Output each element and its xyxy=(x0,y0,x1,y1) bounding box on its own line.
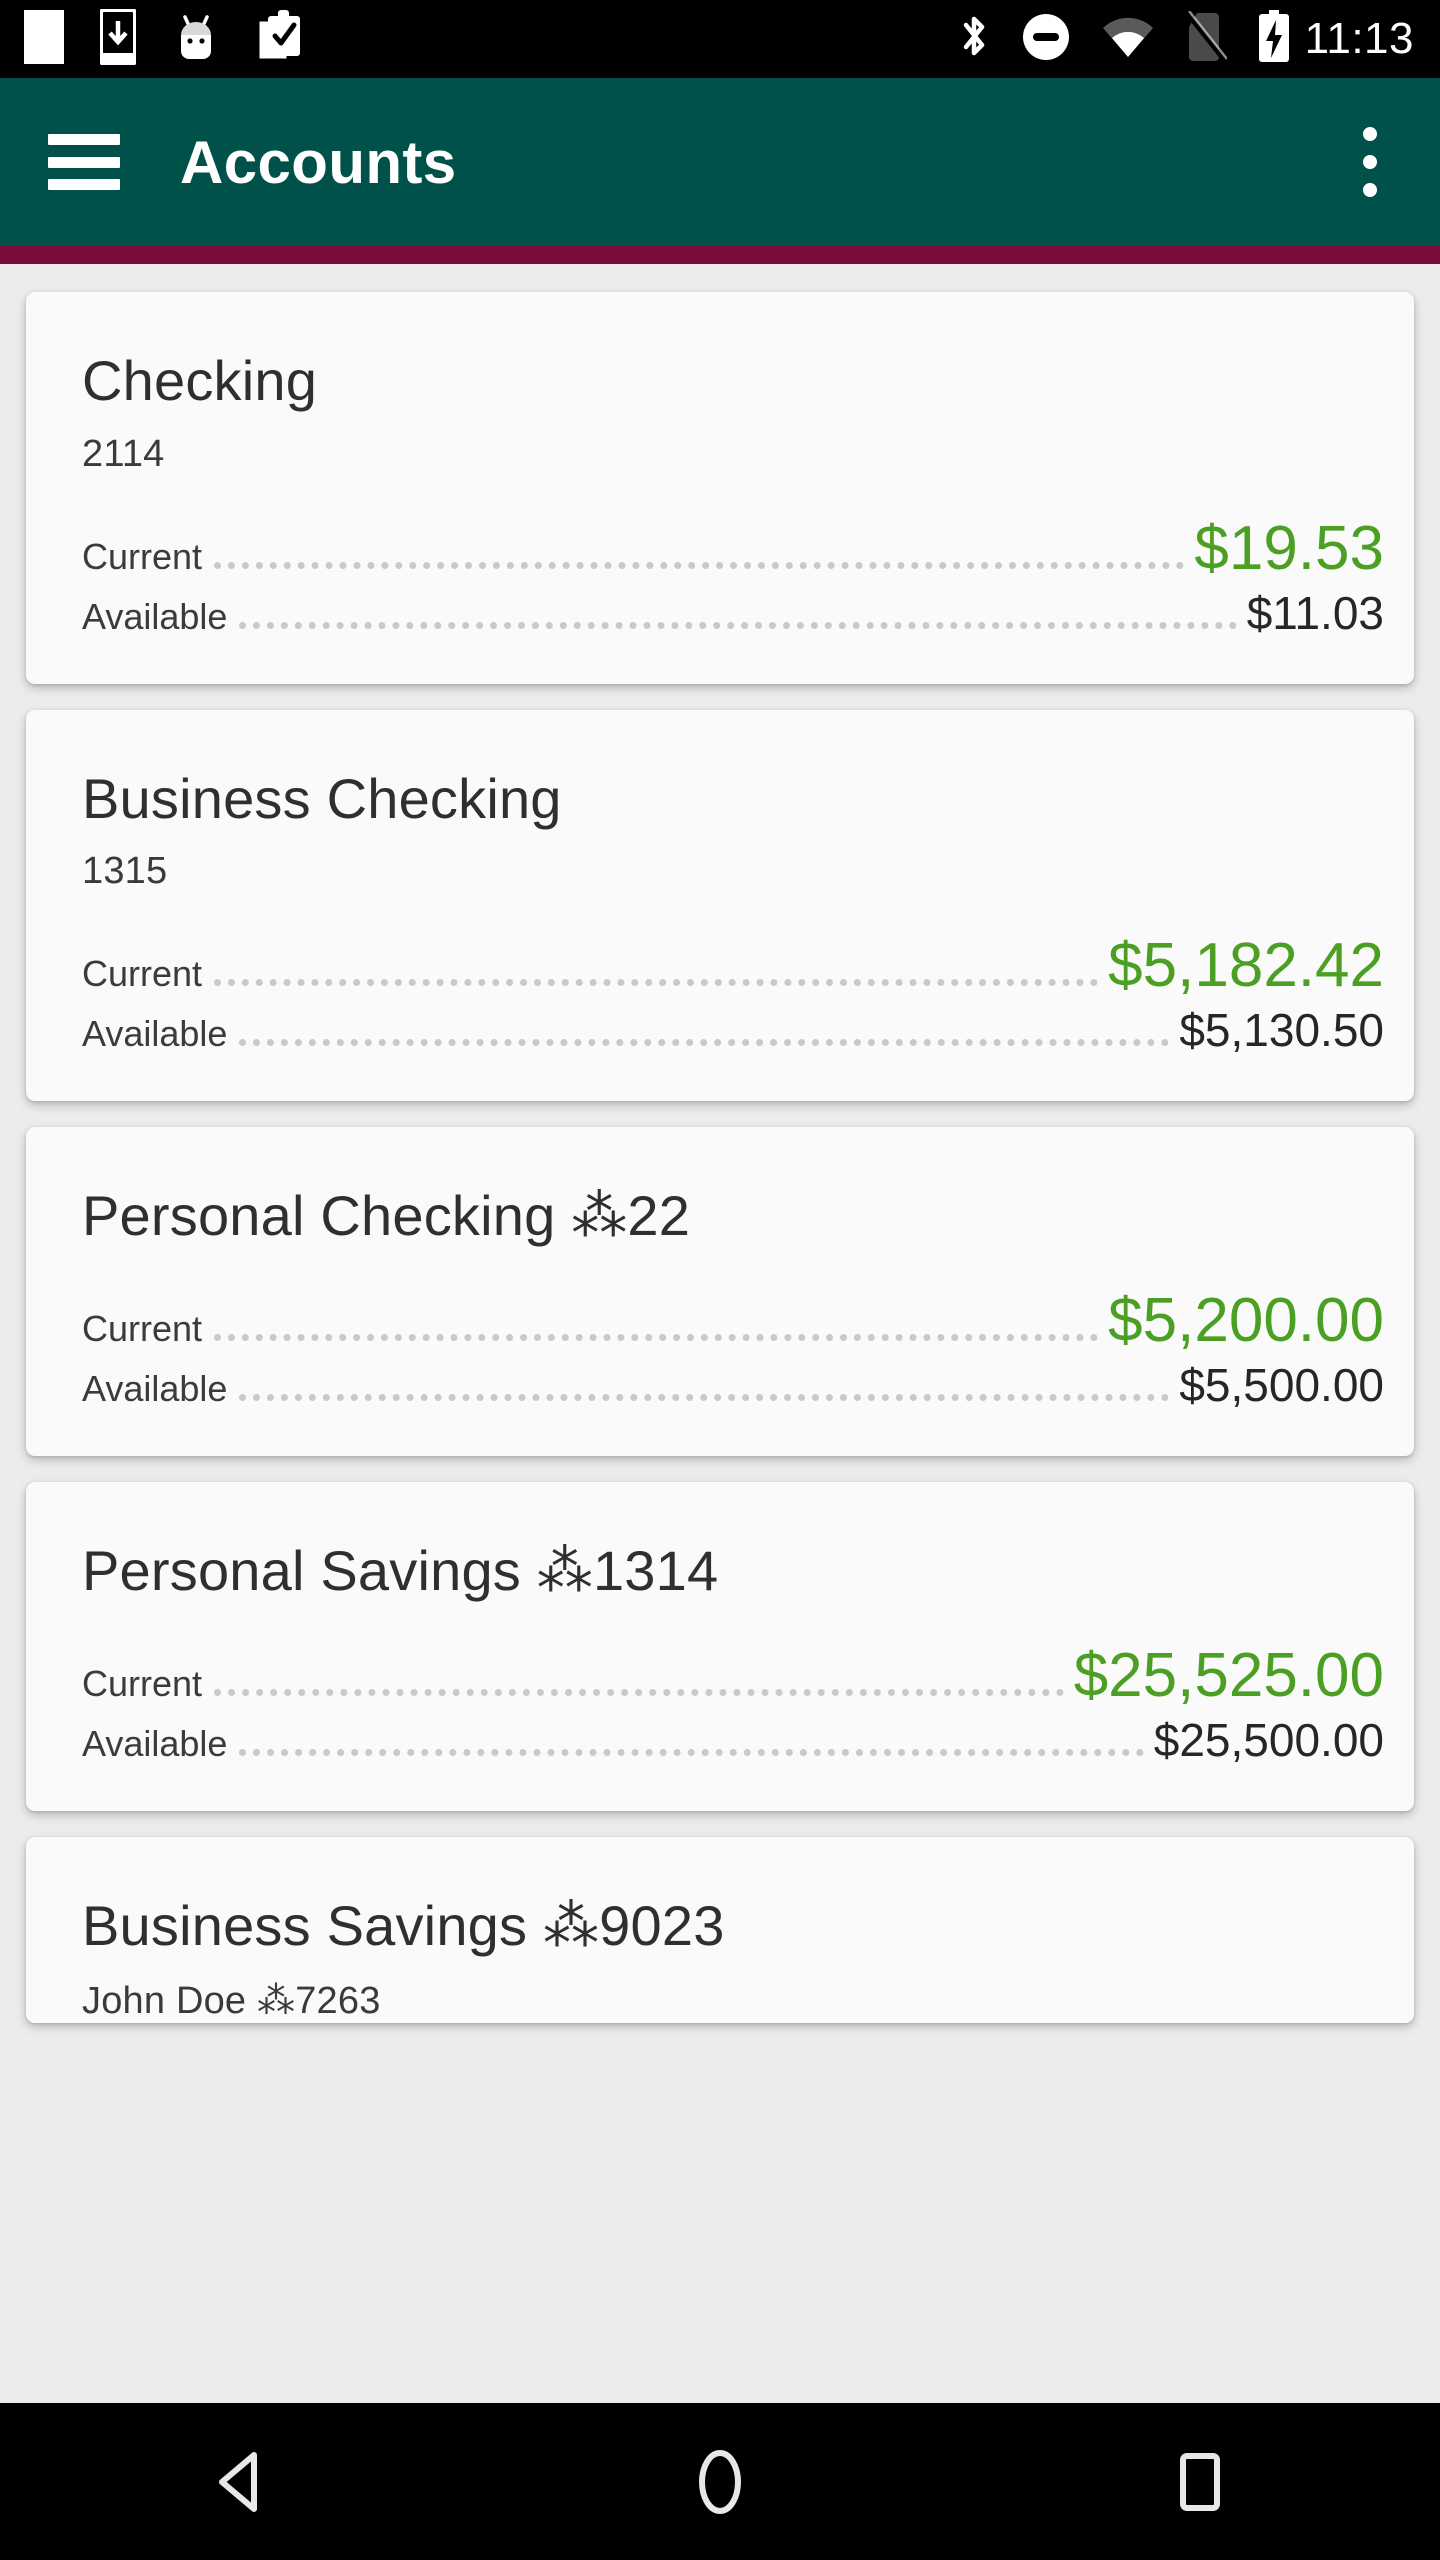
account-name: Business Savings ⁂9023 xyxy=(82,1893,725,1957)
do-not-disturb-icon xyxy=(1021,12,1071,67)
current-balance-row: Current $5,200.00 xyxy=(82,1290,1384,1352)
account-holder: John Doe ⁂7263 xyxy=(82,1979,381,2022)
hamburger-menu-icon[interactable] xyxy=(48,134,120,190)
current-balance-row: Current $25,525.00 xyxy=(82,1640,1384,1710)
account-name: Personal Savings ⁂1314 xyxy=(82,1539,719,1603)
balance-rows: Current $5,182.42 Available $5,130.50 xyxy=(82,935,1384,1055)
recents-square-icon xyxy=(1180,2452,1220,2511)
account-card[interactable]: Personal Savings ⁂1314 Current $25,525.0… xyxy=(26,1482,1414,1811)
current-label: Current xyxy=(82,953,203,995)
current-label: Current xyxy=(82,535,203,577)
account-name: Checking xyxy=(82,349,318,412)
clipboard-check-icon xyxy=(256,9,304,69)
back-button[interactable] xyxy=(130,2403,350,2560)
balance-rows: Current $5,200.00 Available $5,500.00 xyxy=(82,1290,1384,1410)
leader-dots xyxy=(214,1334,1099,1342)
leader-dots xyxy=(239,1394,1170,1402)
current-label: Current xyxy=(82,1308,203,1350)
available-balance-row: Available $5,130.50 xyxy=(82,1007,1384,1055)
status-bar-clock: 11:13 xyxy=(1304,14,1414,63)
system-navigation-bar xyxy=(0,2403,1440,2560)
available-balance-row: Available $11.03 xyxy=(82,590,1384,638)
no-sim-icon xyxy=(1184,9,1228,68)
leader-dots xyxy=(239,1748,1144,1756)
status-bar: 11:13 xyxy=(0,0,1440,78)
more-vertical-icon[interactable] xyxy=(1338,114,1402,210)
bluetooth-icon xyxy=(957,11,991,68)
available-label: Available xyxy=(82,595,228,637)
available-balance-value: $5,130.50 xyxy=(1179,1004,1384,1057)
status-bar-left-icons xyxy=(24,7,304,70)
available-balance-row: Available $5,500.00 xyxy=(82,1362,1384,1410)
account-number: 2114 xyxy=(82,432,165,475)
current-balance-value: $5,182.42 xyxy=(1108,931,1384,1001)
current-balance-row: Current $19.53 xyxy=(82,513,1384,583)
home-circle-icon xyxy=(699,2449,741,2514)
current-balance-value: $19.53 xyxy=(1194,513,1384,583)
current-balance-value: $25,525.00 xyxy=(1073,1640,1384,1710)
available-balance-value: $5,500.00 xyxy=(1179,1359,1384,1412)
account-card[interactable]: Personal Checking ⁂22 Current $5,200.00 … xyxy=(26,1127,1414,1457)
phone-screen: 11:13 Accounts Checking 2114 Current $19… xyxy=(0,0,1440,2560)
account-card[interactable]: Business Savings ⁂9023 John Doe ⁂7263 xyxy=(26,1836,1414,2023)
account-card[interactable]: Business Checking 1315 Current $5,182.42… xyxy=(26,709,1414,1102)
download-to-phone-icon xyxy=(99,7,137,70)
leader-dots xyxy=(214,979,1099,987)
app-bar: Accounts xyxy=(0,78,1440,246)
leader-dots xyxy=(214,561,1185,569)
account-card[interactable]: Checking 2114 Current $19.53 Available $… xyxy=(26,292,1414,684)
available-balance-value: $25,500.00 xyxy=(1153,1713,1384,1766)
blank-notification-icon xyxy=(24,9,64,69)
available-label: Available xyxy=(82,1368,228,1410)
account-number: 1315 xyxy=(82,850,168,893)
page-title: Accounts xyxy=(180,128,457,196)
recents-button[interactable] xyxy=(1090,2403,1310,2560)
home-button[interactable] xyxy=(610,2403,830,2560)
accounts-list[interactable]: Checking 2114 Current $19.53 Available $… xyxy=(0,264,1440,2403)
android-mascot-icon xyxy=(172,11,220,68)
account-name: Personal Checking ⁂22 xyxy=(82,1184,691,1248)
battery-charging-icon xyxy=(1257,9,1291,69)
back-triangle-icon xyxy=(219,2451,257,2512)
available-label: Available xyxy=(82,1722,228,1764)
current-balance-row: Current $5,182.42 xyxy=(82,935,1384,997)
available-label: Available xyxy=(82,1013,228,1055)
current-label: Current xyxy=(82,1662,203,1704)
available-balance-row: Available $25,500.00 xyxy=(82,1717,1384,1765)
balance-rows: Current $25,525.00 Available $25,500.00 xyxy=(82,1640,1384,1765)
available-balance-value: $11.03 xyxy=(1246,586,1384,639)
wifi-icon xyxy=(1101,15,1155,64)
leader-dots xyxy=(239,1039,1170,1047)
leader-dots xyxy=(214,1688,1064,1696)
account-name: Business Checking xyxy=(82,766,562,830)
balance-rows: Current $19.53 Available $11.03 xyxy=(82,513,1384,638)
current-balance-value: $5,200.00 xyxy=(1108,1286,1384,1356)
accent-divider xyxy=(0,246,1440,264)
status-bar-right-icons xyxy=(957,9,1291,69)
leader-dots xyxy=(239,621,1237,629)
